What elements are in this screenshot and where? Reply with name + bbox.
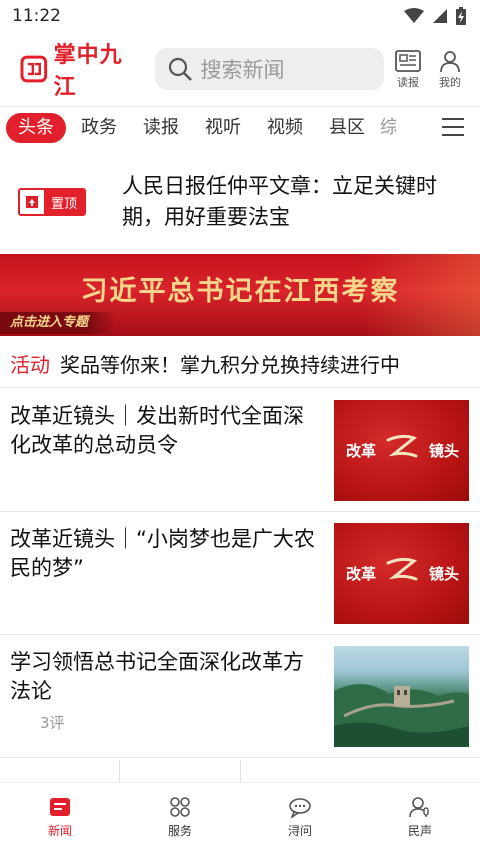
nav-services[interactable]: 服务 <box>120 783 240 854</box>
tab-government[interactable]: 政务 <box>70 113 128 143</box>
topic-banner[interactable]: 习近平总书记在江西考察 点击进入专题 <box>0 254 480 336</box>
partial-content-row <box>0 760 480 782</box>
news-thumbnail: 改革 镜头 <box>334 400 469 501</box>
activity-tag: 活动 <box>10 353 50 377</box>
wifi-icon <box>404 8 424 23</box>
tab-more-cut[interactable]: 综 <box>380 113 396 143</box>
nav-services-label: 服务 <box>167 824 192 838</box>
search-placeholder: 搜索新闻 <box>200 58 285 82</box>
services-icon <box>170 797 190 817</box>
pinned-title: 人民日报任仲平文章：立足关键时期，用好重要法宝 <box>122 174 437 229</box>
system-icons <box>404 7 466 25</box>
bottom-navigation: 新闻 服务 浔问 民声 <box>0 782 480 854</box>
user-voice-icon <box>409 797 429 818</box>
app-header: 掌中九江 搜索新闻 读报 我的 <box>0 37 480 101</box>
pinned-article[interactable]: 置顶 人民日报任仲平文章：立足关键时期，用好重要法宝 <box>0 162 480 242</box>
search-input[interactable]: 搜索新闻 <box>154 48 384 90</box>
mine-label: 我的 <box>439 75 461 89</box>
news-thumbnail: 改革 镜头 <box>334 523 469 624</box>
activity-text: 奖品等你来！掌九积分兑换持续进行中 <box>60 353 400 377</box>
header-actions: 读报 我的 <box>392 49 466 90</box>
brush-stroke-icon <box>386 557 418 581</box>
divider <box>240 760 241 782</box>
thumb-text-left: 改革 <box>346 565 377 583</box>
divider <box>119 760 120 782</box>
battery-charging-icon <box>456 7 466 25</box>
menu-icon[interactable] <box>440 115 466 139</box>
tab-audiovisual[interactable]: 视听 <box>194 113 252 143</box>
user-icon <box>440 50 460 72</box>
tab-video[interactable]: 视频 <box>256 113 314 143</box>
chat-bubble-icon <box>289 798 311 818</box>
thumb-text-left: 改革 <box>346 442 377 460</box>
news-title: 学习领悟总书记全面深化改革方法论 <box>10 650 304 703</box>
nav-inquiry-label: 浔问 <box>287 824 312 838</box>
brush-stroke-icon <box>386 434 418 458</box>
nav-public-voice[interactable]: 民声 <box>360 783 480 854</box>
thumb-text-right: 镜头 <box>428 565 459 583</box>
status-bar: 11:22 <box>0 0 480 32</box>
nav-public-voice-label: 民声 <box>407 824 432 838</box>
news-thumbnail <box>334 646 469 747</box>
channel-tabs: 头条 政务 读报 视听 视频 县区 综 <box>0 106 480 148</box>
news-title: 改革近镜头｜“小岗梦也是广大农民的梦” <box>10 527 315 580</box>
app-name: 掌中九江 <box>53 43 123 100</box>
pin-icon <box>20 190 44 214</box>
comment-count: 3评 <box>40 714 65 732</box>
news-title: 改革近镜头｜发出新时代全面深化改革的总动员令 <box>10 404 304 457</box>
news-item[interactable]: 学习领悟总书记全面深化改革方法论 3评 <box>0 636 480 758</box>
search-icon <box>168 57 192 81</box>
news-item[interactable]: 改革近镜头｜“小岗梦也是广大农民的梦” 改革 镜头 <box>0 513 480 635</box>
news-item[interactable]: 改革近镜头｜发出新时代全面深化改革的总动员令 改革 镜头 <box>0 390 480 512</box>
read-paper-button[interactable]: 读报 <box>392 49 424 90</box>
mine-button[interactable]: 我的 <box>434 49 466 90</box>
pinned-badge: 置顶 <box>18 188 86 216</box>
read-paper-label: 读报 <box>397 75 419 89</box>
pinned-badge-label: 置顶 <box>44 190 84 214</box>
tab-read-paper[interactable]: 读报 <box>132 113 190 143</box>
banner-subtitle: 点击进入专题 <box>0 312 117 334</box>
tab-headlines[interactable]: 头条 <box>6 112 66 143</box>
nav-news[interactable]: 新闻 <box>0 783 120 854</box>
signal-icon <box>433 9 447 23</box>
nav-inquiry[interactable]: 浔问 <box>240 783 360 854</box>
thumb-text-right: 镜头 <box>428 442 459 460</box>
banner-title: 习近平总书记在江西考察 <box>80 276 400 307</box>
newspaper-icon <box>395 49 421 72</box>
brand: 掌中九江 <box>20 37 145 101</box>
tab-counties[interactable]: 县区 <box>318 113 376 143</box>
great-wall-image <box>334 684 469 747</box>
activity-row[interactable]: 活动 奖品等你来！掌九积分兑换持续进行中 <box>0 340 480 388</box>
nav-news-label: 新闻 <box>47 824 72 838</box>
status-time: 11:22 <box>12 6 61 26</box>
news-icon <box>50 798 70 816</box>
app-logo-icon <box>20 55 48 83</box>
